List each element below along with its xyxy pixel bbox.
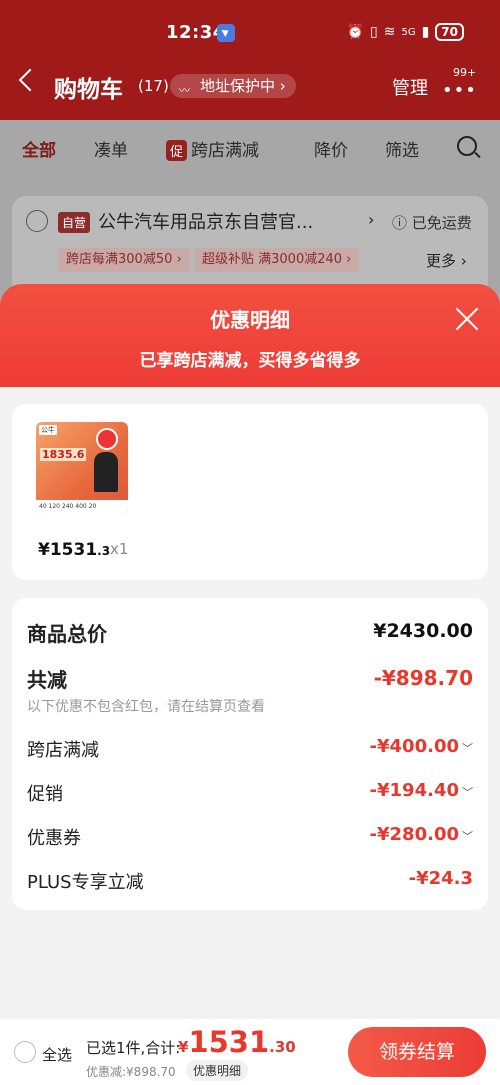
promo-chip[interactable]: 超级补贴 满3000减240 ›	[194, 248, 360, 272]
product-price-int: ¥1531	[38, 540, 98, 560]
total-label: 商品总价	[27, 622, 107, 646]
sheet-subtitle: 已享跨店满减，买得多省得多	[139, 351, 361, 371]
close-icon[interactable]	[454, 306, 480, 332]
coupon-value[interactable]: -¥280.00 ﹀	[370, 824, 473, 845]
image-check-icon	[96, 428, 118, 450]
chevron-down-icon: ﹀	[462, 742, 473, 755]
filter-tabs: 全部 凑单 促跨店满减 降价 筛选	[0, 120, 500, 174]
product-image[interactable]: 公牛 1835.6 40 120 240 400 20	[36, 422, 128, 514]
manage-button[interactable]: 管理	[392, 74, 428, 100]
total-decimal: .30	[269, 1038, 296, 1056]
status-bar: 12:34 ⏰ ▯ ≋ 5G ▮ 70	[0, 22, 500, 46]
self-operated-badge: 自营	[58, 212, 91, 233]
image-price-text: 1835.6	[40, 448, 87, 461]
tab-filter[interactable]: 筛选	[385, 136, 419, 161]
product-quantity: x1	[110, 540, 129, 558]
more-dots-icon[interactable]: •••	[442, 80, 477, 101]
image-brand-text: 公牛	[39, 425, 57, 435]
page-title: 购物车	[54, 77, 123, 103]
plus-label: PLUS专享立减	[27, 872, 144, 893]
alarm-icon: ⏰	[346, 24, 364, 40]
select-all-label[interactable]: 全选	[42, 1044, 72, 1065]
store-name[interactable]: 公牛汽车用品京东自营官...	[98, 208, 313, 234]
search-icon[interactable]	[457, 136, 477, 156]
checkout-button[interactable]: 领券结算	[348, 1027, 486, 1077]
network-label: 5G	[401, 26, 416, 38]
store-select-radio[interactable]	[26, 210, 48, 232]
promotion-value[interactable]: -¥194.40 ﹀	[370, 780, 473, 801]
chevron-right-icon[interactable]: ›	[368, 210, 374, 229]
discount-note: 以下优惠不包含红包，请在结算页查看	[27, 699, 265, 715]
promo-tag: 促	[166, 140, 188, 161]
sheet-title: 优惠明细	[210, 308, 290, 332]
discount-detail-card: 商品总价 ¥2430.00 共减 -¥898.70 以下优惠不包含红包，请在结算…	[12, 598, 488, 910]
product-card: 公牛 1835.6 40 120 240 400 20 ¥1531.3 x1	[12, 404, 488, 580]
tab-price-drop[interactable]: 降价	[314, 136, 348, 161]
protect-wave-icon: 〰	[179, 84, 190, 97]
tab-all[interactable]: 全部	[22, 136, 56, 161]
reduce-label: 共减	[27, 668, 67, 692]
total-int: 1531	[188, 1025, 270, 1059]
reduce-value: -¥898.70	[373, 666, 473, 690]
header: 购物车 (17) 〰 地址保护中 › 管理 99+ •••	[0, 66, 500, 106]
promo-chip[interactable]: 跨店每满300减50 ›	[58, 248, 190, 272]
checkout-bar: 全选 已选1件,合计: ¥1531.30 优惠减:¥898.70 优惠明细 领券…	[0, 1019, 500, 1085]
discount-sheet-header: 优惠明细 已享跨店满减，买得多省得多	[0, 284, 500, 394]
cross-store-value[interactable]: -¥400.00 ﹀	[370, 736, 473, 757]
product-price: ¥1531.3	[38, 540, 110, 560]
address-protect-label: 地址保护中 ›	[200, 77, 286, 95]
promotion-label: 促销	[27, 784, 63, 805]
total-price: ¥1531.30	[178, 1025, 296, 1059]
location-icon	[217, 24, 235, 42]
cross-store-label: 跨店满减	[27, 740, 99, 761]
discount-summary: 优惠减:¥898.70	[86, 1065, 176, 1079]
coupon-amount: -¥280.00	[369, 824, 459, 845]
image-strip-text: 40 120 240 400 20	[36, 500, 128, 514]
address-protect-pill[interactable]: 〰 地址保护中 ›	[170, 74, 296, 98]
chevron-down-icon: ﹀	[462, 786, 473, 799]
back-arrow-icon[interactable]	[18, 68, 42, 92]
image-person-figure	[94, 452, 118, 492]
store-more-link[interactable]: 更多 ›	[426, 250, 467, 271]
wifi-icon: ≋	[383, 24, 396, 40]
status-icons: ⏰ ▯ ≋ 5G ▮ 70	[347, 23, 464, 41]
select-all-radio[interactable]	[14, 1041, 36, 1063]
tab-combine[interactable]: 凑单	[94, 136, 128, 161]
discount-detail-link[interactable]: 优惠明细	[186, 1060, 249, 1081]
total-value: ¥2430.00	[373, 620, 473, 642]
battery-icon: 70	[435, 23, 464, 41]
cart-count: (17)	[138, 77, 169, 95]
promotion-amount: -¥194.40	[369, 780, 459, 801]
free-shipping-label: ⓘ 已免运费	[392, 214, 472, 232]
top-bar: 12:34 ⏰ ▯ ≋ 5G ▮ 70 购物车 (17) 〰 地址保护中 › 管…	[0, 0, 500, 120]
total-yen: ¥	[178, 1038, 189, 1056]
plus-value: -¥24.3	[408, 868, 473, 889]
tab-cross-store[interactable]: 促跨店满减	[166, 136, 259, 161]
signal-icon: ▮	[421, 24, 430, 40]
cross-store-amount: -¥400.00	[369, 736, 459, 757]
tab-cross-store-label: 跨店满减	[191, 141, 260, 161]
coupon-label: 优惠券	[27, 828, 81, 849]
chevron-down-icon: ﹀	[462, 830, 473, 843]
more-badge: 99+	[453, 66, 477, 79]
product-price-decimal: .3	[97, 544, 111, 558]
selected-summary: 已选1件,合计:	[86, 1039, 181, 1057]
vibrate-icon: ▯	[370, 24, 378, 40]
